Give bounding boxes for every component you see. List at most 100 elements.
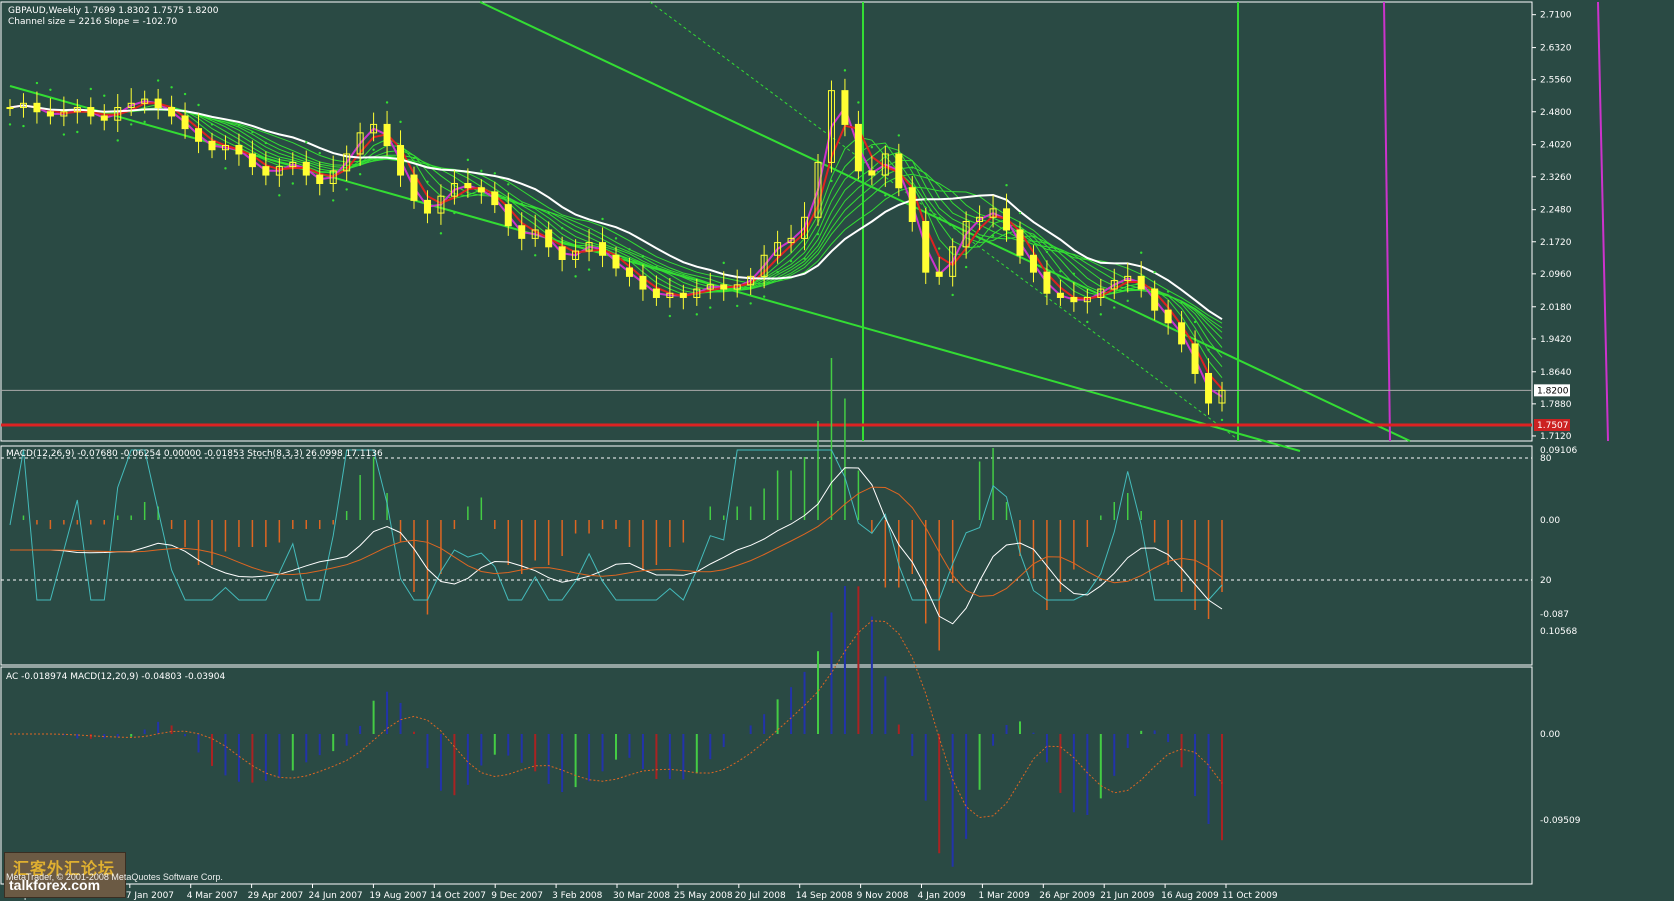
sar-dot bbox=[1099, 313, 1103, 316]
ma-line-green bbox=[9, 103, 1223, 379]
chart-canvas: 0.09106800.0020-0.087 0.105680.00-0.0950… bbox=[0, 1, 1609, 901]
sar-dot bbox=[655, 265, 658, 269]
panel-frame-1 bbox=[0, 445, 1533, 666]
sar-dot bbox=[210, 123, 214, 126]
candle-body bbox=[397, 145, 405, 176]
candle-body bbox=[841, 90, 849, 125]
sar-dot bbox=[964, 265, 968, 269]
sar-dot bbox=[951, 293, 954, 297]
sar-dot bbox=[35, 81, 39, 85]
time-tick-label: 4 Jan 2009 bbox=[918, 891, 966, 901]
sar-dot bbox=[601, 217, 604, 221]
sar-dot bbox=[1126, 299, 1129, 303]
candle-body bbox=[679, 292, 687, 298]
sar-dot bbox=[22, 124, 25, 128]
sar-dot bbox=[1018, 211, 1022, 215]
sar-dot bbox=[291, 182, 294, 185]
candle-body bbox=[1029, 254, 1037, 273]
candle-body bbox=[464, 183, 472, 189]
sar-dot bbox=[1166, 290, 1170, 293]
candle-body bbox=[100, 115, 108, 121]
candle-body bbox=[302, 161, 310, 176]
time-tick-label: 25 May 2008 bbox=[674, 891, 733, 901]
panel-frame-2 bbox=[0, 666, 1533, 885]
sar-dot bbox=[1113, 306, 1116, 309]
sar-dot bbox=[358, 173, 362, 176]
candle-body bbox=[558, 246, 566, 260]
ac-tick-label: 0.00 bbox=[1540, 730, 1560, 740]
candle-body bbox=[854, 123, 862, 172]
sar-dot bbox=[1086, 320, 1089, 324]
candle-body bbox=[895, 153, 903, 189]
time-tick-label: 3 Feb 2008 bbox=[552, 891, 603, 901]
candle-body bbox=[491, 191, 499, 206]
time-tick-label: 24 Jun 2007 bbox=[309, 891, 363, 901]
price-tick-label: 2.0180 bbox=[1540, 303, 1572, 313]
candle-body bbox=[1043, 271, 1051, 294]
sar-dot bbox=[789, 259, 793, 263]
sar-dot bbox=[183, 92, 187, 96]
sar-dot bbox=[197, 103, 200, 107]
vertical-line-magenta-a bbox=[1383, 1, 1391, 442]
time-tick-label: 19 Aug 2007 bbox=[369, 891, 427, 901]
candle-body bbox=[935, 271, 943, 277]
candle-body bbox=[87, 107, 95, 117]
candle-body bbox=[518, 225, 526, 239]
sar-dot bbox=[1193, 320, 1197, 324]
panel-frame-0 bbox=[0, 1, 1533, 442]
candle-body bbox=[33, 102, 41, 113]
sar-dot bbox=[507, 183, 510, 186]
sar-dot bbox=[332, 199, 335, 202]
price-tick-label: 2.4800 bbox=[1540, 108, 1572, 118]
sar-dot bbox=[412, 156, 416, 160]
sar-dot bbox=[318, 151, 321, 155]
sar-dot bbox=[466, 158, 470, 162]
sar-dot bbox=[224, 167, 227, 170]
sar-dot bbox=[520, 202, 523, 205]
sar-dot bbox=[130, 123, 133, 126]
sar-dot bbox=[978, 237, 981, 240]
price-tick-label: 2.0960 bbox=[1540, 270, 1572, 280]
sar-dot bbox=[116, 139, 119, 142]
sar-dot bbox=[49, 88, 52, 92]
sar-dot bbox=[89, 87, 93, 91]
sar-dot bbox=[816, 232, 820, 236]
price-tick-label: 2.7100 bbox=[1540, 11, 1572, 21]
sar-dot bbox=[1032, 235, 1035, 238]
candle-body bbox=[46, 111, 54, 117]
sar-dot bbox=[1180, 301, 1183, 304]
sar-dot bbox=[372, 148, 375, 151]
time-tick-label: 26 Apr 2009 bbox=[1039, 891, 1095, 901]
sar-dot bbox=[911, 166, 914, 169]
support-label: 1.7507 bbox=[1537, 421, 1569, 431]
sar-dot bbox=[870, 146, 874, 149]
sar-dot bbox=[480, 169, 483, 173]
candle-body bbox=[625, 267, 633, 277]
price-tick-label: 2.4020 bbox=[1540, 141, 1572, 151]
price-tick-label: 1.8640 bbox=[1540, 368, 1572, 378]
sar-dot bbox=[170, 86, 173, 89]
price-tick-label: 2.1720 bbox=[1540, 238, 1572, 248]
candle-body bbox=[410, 174, 418, 201]
candle-body bbox=[195, 128, 203, 142]
macd-tick-label: 0.00 bbox=[1540, 516, 1560, 526]
ac-panel: 0.10568 0.00 -0.09509 bbox=[10, 585, 1581, 867]
sar-dot bbox=[278, 194, 281, 197]
sar-dot bbox=[991, 234, 995, 238]
sar-dot bbox=[264, 141, 268, 145]
candle-body bbox=[316, 174, 324, 185]
sar-dot bbox=[1072, 272, 1076, 276]
price-tick-label: 2.5560 bbox=[1540, 76, 1572, 86]
time-tick-label: 9 Dec 2007 bbox=[491, 891, 543, 901]
sar-dot bbox=[762, 295, 766, 298]
time-tick-label: 29 Apr 2007 bbox=[248, 891, 304, 901]
copyright-text: MetaTrader, © 2001-2008 MetaQuotes Softw… bbox=[6, 872, 223, 882]
ac-tick-label: 0.10568 bbox=[1540, 627, 1577, 637]
sar-dot bbox=[803, 257, 806, 260]
candle-body bbox=[477, 187, 485, 193]
sar-dot bbox=[695, 313, 698, 316]
sar-dot bbox=[843, 69, 847, 72]
sar-dot bbox=[1153, 270, 1156, 274]
candle-body bbox=[1151, 288, 1159, 311]
candle-body bbox=[612, 254, 620, 269]
